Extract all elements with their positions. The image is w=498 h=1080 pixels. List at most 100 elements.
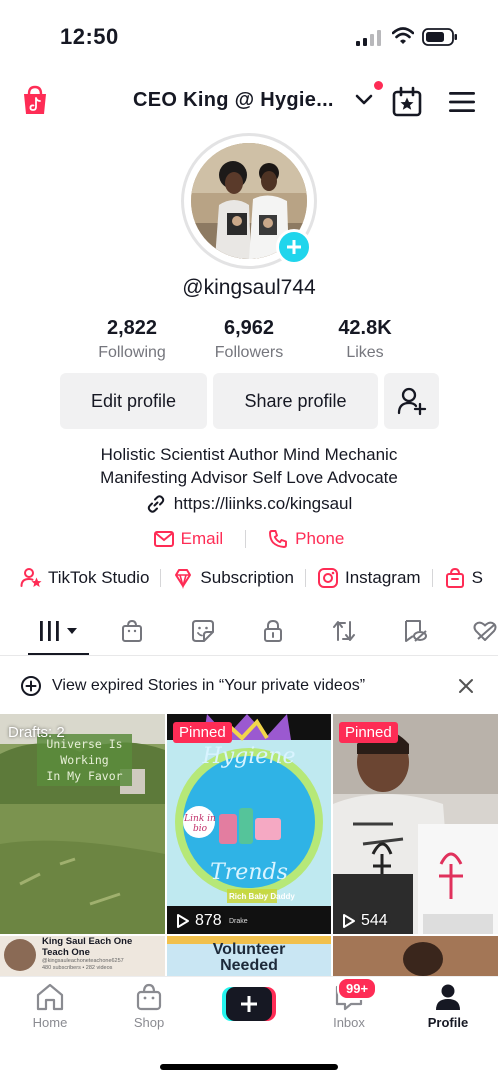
tab-shop[interactable]	[117, 618, 147, 644]
video-tile[interactable]: Pinned 544	[333, 714, 498, 934]
view-count-value: 878	[195, 912, 222, 929]
username: @kingsaul744	[182, 276, 316, 299]
videos-grid-icon	[40, 621, 77, 641]
nav-home[interactable]: Home	[10, 983, 90, 1030]
stat-followers[interactable]: 6,962 Followers	[189, 317, 309, 362]
tiktok-shop-icon[interactable]	[22, 85, 48, 115]
stat-value: 6,962	[223, 317, 275, 339]
tiktok-studio-link[interactable]: TikTok Studio	[20, 567, 149, 589]
divider	[431, 569, 433, 587]
video-title-line: King Saul Each One	[42, 936, 133, 947]
shop-icon	[136, 983, 162, 1011]
phone-label: Phone	[295, 529, 345, 548]
email-button[interactable]: Email	[153, 529, 223, 549]
pinned-badge: Pinned	[339, 722, 398, 743]
add-friends-button[interactable]	[384, 373, 439, 429]
video-music-caption: Rich Baby Daddy	[229, 892, 295, 901]
menu-icon[interactable]	[448, 91, 476, 113]
video-tile[interactable]: Hygiene Link in bio Trends Rich Baby Dad…	[167, 714, 331, 934]
video-subtitle-line: @kingsauleachoneteachone6257	[42, 958, 124, 964]
view-count: 878	[175, 912, 222, 930]
pinned-badge: Pinned	[173, 722, 232, 743]
cellular-signal-icon	[356, 30, 381, 46]
video-subtitle-art: Trends	[210, 860, 288, 885]
edit-profile-button[interactable]: Edit profile	[60, 373, 207, 429]
nav-profile[interactable]: Profile	[408, 983, 488, 1030]
create-button[interactable]	[222, 987, 276, 1021]
phone-button[interactable]: Phone	[268, 529, 344, 549]
chevron-down-icon[interactable]	[355, 93, 373, 107]
tab-videos[interactable]	[38, 618, 82, 644]
bio: Holistic Scientist Author Mind Mechanic …	[0, 443, 498, 489]
video-caption: Link in bio	[184, 814, 216, 834]
stat-label: Likes	[346, 344, 384, 361]
nav-label: Inbox	[333, 1015, 365, 1030]
bio-line: Holistic Scientist Author Mind Mechanic	[100, 445, 398, 464]
video-thumbnail	[333, 714, 498, 934]
drafts-tile[interactable]: Universe Is Working In My Favor Drafts: …	[0, 714, 165, 934]
battery-icon	[422, 28, 457, 46]
tab-stickers[interactable]	[188, 618, 218, 644]
nav-shop[interactable]: Shop	[109, 983, 189, 1030]
view-count: 544	[341, 912, 388, 930]
repost-icon	[333, 621, 355, 641]
instagram-icon	[317, 568, 338, 588]
tab-private[interactable]	[258, 618, 288, 644]
tab-reposts[interactable]	[329, 618, 359, 644]
home-icon	[36, 983, 64, 1011]
account-switcher-title[interactable]: CEO King @ Hygie...	[133, 89, 334, 112]
stat-following[interactable]: 2,822 Following	[72, 317, 192, 362]
view-count-value: 544	[361, 912, 388, 929]
divider	[245, 530, 247, 548]
nav-label: Shop	[133, 1015, 165, 1030]
nav-label: Profile	[427, 1015, 469, 1030]
video-tile[interactable]	[333, 936, 498, 976]
draft-caption-line: In My Favor	[46, 769, 123, 783]
stat-label: Following	[98, 344, 166, 361]
quick-links: TikTok Studio Subscription Instagram S	[20, 567, 483, 589]
favorites-icon	[405, 620, 427, 642]
video-tile-subtitle: @kingsauleachoneteachone6257 480 subscri…	[42, 958, 124, 972]
email-icon	[153, 531, 174, 547]
tab-favorites[interactable]	[400, 618, 430, 644]
video-title-line: Teach One	[42, 947, 90, 958]
divider	[304, 569, 306, 587]
video-tile[interactable]: King Saul Each One Teach One @kingsaulea…	[0, 936, 165, 976]
shop-bag-icon	[445, 567, 464, 588]
banner-text: View expired Stories in “Your private vi…	[52, 677, 366, 694]
drafts-label: Drafts: 2	[8, 724, 65, 741]
add-story-button[interactable]	[276, 229, 312, 265]
share-profile-button[interactable]: Share profile	[213, 373, 378, 429]
video-title-art: Hygiene	[202, 744, 296, 769]
channel-avatar	[4, 939, 36, 971]
draft-caption-overlay: Universe Is Working In My Favor	[37, 734, 132, 786]
divider	[160, 569, 162, 587]
notification-dot	[374, 81, 383, 90]
status-bar: 12:50	[0, 0, 498, 70]
play-icon	[343, 914, 355, 928]
link-icon	[147, 495, 164, 513]
bio-link[interactable]: https://liinks.co/kingsaul	[0, 494, 498, 514]
stat-likes[interactable]: 42.8K Likes	[305, 317, 425, 362]
inbox-badge: 99+	[337, 977, 378, 1000]
instagram-link[interactable]: Instagram	[317, 567, 421, 589]
shop-link[interactable]: S	[444, 567, 483, 589]
bio-link-text[interactable]: https://liinks.co/kingsaul	[174, 494, 353, 514]
quick-link-label: TikTok Studio	[48, 568, 150, 587]
close-icon[interactable]	[458, 678, 474, 694]
nav-label: Home	[32, 1015, 68, 1030]
video-text-line: Volunteer	[212, 941, 286, 958]
expired-stories-banner[interactable]: View expired Stories in “Your private vi…	[0, 664, 498, 708]
video-text-line: Needed	[220, 957, 278, 974]
tab-liked[interactable]	[470, 618, 498, 644]
subscription-link[interactable]: Subscription	[172, 567, 294, 589]
studio-icon	[20, 568, 42, 587]
calendar-star-icon[interactable]	[391, 86, 423, 118]
quick-link-label: Instagram	[344, 568, 421, 587]
add-friend-icon	[397, 387, 426, 416]
quick-link-label: S	[471, 568, 483, 587]
phone-icon	[269, 530, 288, 548]
contact-row: Email Phone	[0, 529, 498, 549]
video-tile[interactable]: Volunteer Needed	[167, 936, 331, 976]
active-tab-indicator	[28, 653, 89, 655]
